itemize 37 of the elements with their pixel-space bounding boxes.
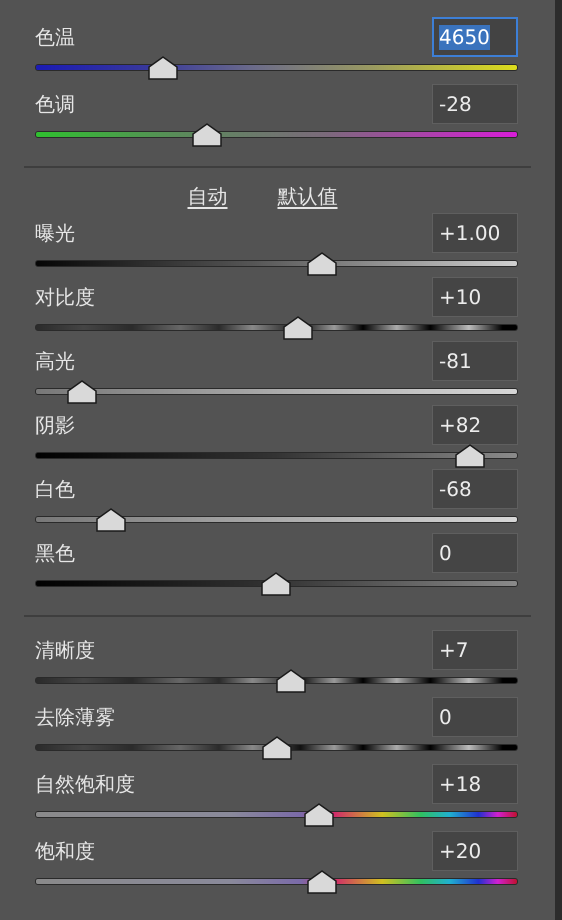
- value-field[interactable]: +1.00: [432, 213, 518, 253]
- value-field[interactable]: 0: [432, 697, 518, 737]
- slider-label: 高光: [35, 351, 75, 371]
- slider-thumb[interactable]: [307, 870, 338, 894]
- slider-label: 黑色: [35, 543, 75, 563]
- slider-thumb[interactable]: [304, 803, 334, 827]
- value-field[interactable]: +82: [432, 405, 518, 445]
- slider-thumb[interactable]: [192, 123, 222, 147]
- link[interactable]: 自动: [188, 181, 228, 211]
- value-field[interactable]: +7: [432, 630, 518, 670]
- slider-label: 清晰度: [35, 640, 95, 660]
- slider-thumb[interactable]: [260, 572, 291, 596]
- value-field[interactable]: +20: [432, 831, 518, 871]
- slider-label: 色调: [35, 94, 75, 114]
- slider-label: 曝光: [35, 223, 75, 243]
- value-field[interactable]: +18: [432, 764, 518, 804]
- link[interactable]: 默认值: [278, 181, 338, 211]
- value-field[interactable]: +10: [432, 277, 518, 317]
- value-field[interactable]: -68: [432, 469, 518, 509]
- slider-label: 饱和度: [35, 841, 95, 861]
- slider-label: 白色: [35, 479, 75, 499]
- value-field[interactable]: 0: [432, 533, 518, 573]
- value-field[interactable]: -28: [432, 84, 518, 124]
- value-field[interactable]: -81: [432, 341, 518, 381]
- value-field[interactable]: 4650: [432, 17, 518, 57]
- slider-label: 去除薄雾: [35, 707, 115, 727]
- slider-thumb[interactable]: [283, 316, 314, 340]
- slider-label: 阴影: [35, 415, 75, 435]
- slider-thumb[interactable]: [96, 508, 126, 532]
- slider-thumb[interactable]: [276, 669, 306, 693]
- slider-label: 自然饱和度: [35, 774, 135, 794]
- slider-thumb[interactable]: [307, 252, 338, 276]
- slider-label: 色温: [35, 27, 75, 47]
- slider-thumb[interactable]: [262, 736, 292, 760]
- slider-thumb[interactable]: [148, 56, 178, 80]
- slider-thumb[interactable]: [66, 380, 97, 404]
- slider-label: 对比度: [35, 287, 95, 307]
